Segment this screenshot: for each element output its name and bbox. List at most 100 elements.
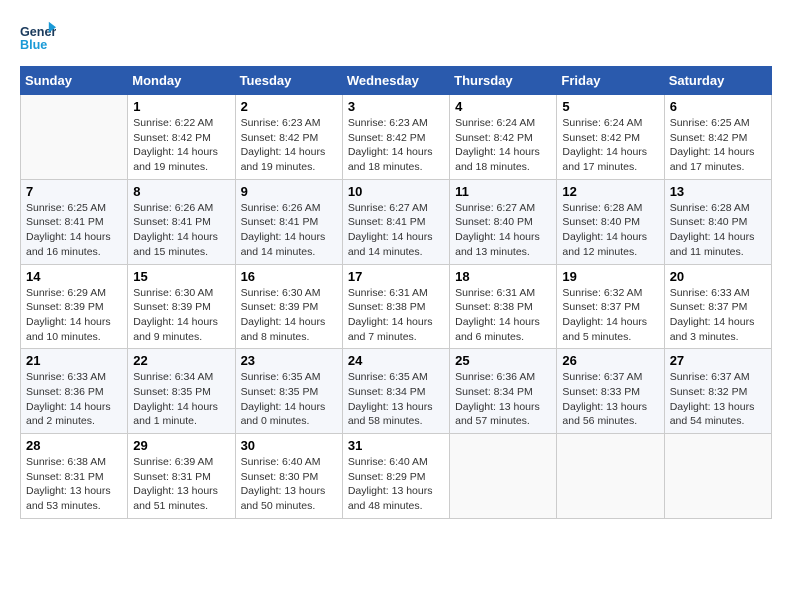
day-number: 13 xyxy=(670,184,766,199)
calendar-cell: 1 Sunrise: 6:22 AMSunset: 8:42 PMDaylight… xyxy=(128,95,235,180)
day-info: Sunrise: 6:28 AMSunset: 8:40 PMDaylight:… xyxy=(670,201,766,260)
calendar-cell: 20 Sunrise: 6:33 AMSunset: 8:37 PMDayligh… xyxy=(664,264,771,349)
day-number: 9 xyxy=(241,184,337,199)
day-info: Sunrise: 6:24 AMSunset: 8:42 PMDaylight:… xyxy=(562,116,658,175)
day-info: Sunrise: 6:31 AMSunset: 8:38 PMDaylight:… xyxy=(455,286,551,345)
day-info: Sunrise: 6:24 AMSunset: 8:42 PMDaylight:… xyxy=(455,116,551,175)
day-number: 16 xyxy=(241,269,337,284)
day-info: Sunrise: 6:23 AMSunset: 8:42 PMDaylight:… xyxy=(348,116,444,175)
calendar-cell: 31Sunrise: 6:40 AMSunset: 8:29 PMDayligh… xyxy=(342,434,449,519)
page-header: General Blue xyxy=(20,20,772,56)
calendar-cell: 21Sunrise: 6:33 AMSunset: 8:36 PMDayligh… xyxy=(21,349,128,434)
calendar-cell: 11 Sunrise: 6:27 AMSunset: 8:40 PMDayligh… xyxy=(450,179,557,264)
day-number: 14 xyxy=(26,269,122,284)
calendar-cell: 22 Sunrise: 6:34 AMSunset: 8:35 PMDayligh… xyxy=(128,349,235,434)
day-number: 25 xyxy=(455,353,551,368)
calendar-table: SundayMondayTuesdayWednesdayThursdayFrid… xyxy=(20,66,772,519)
day-number: 30 xyxy=(241,438,337,453)
day-number: 17 xyxy=(348,269,444,284)
calendar-cell: 17Sunrise: 6:31 AMSunset: 8:38 PMDayligh… xyxy=(342,264,449,349)
day-info: Sunrise: 6:22 AMSunset: 8:42 PMDaylight:… xyxy=(133,116,229,175)
day-number: 7 xyxy=(26,184,122,199)
calendar-week-row: 28 Sunrise: 6:38 AMSunset: 8:31 PMDayligh… xyxy=(21,434,772,519)
calendar-cell: 13 Sunrise: 6:28 AMSunset: 8:40 PMDayligh… xyxy=(664,179,771,264)
day-info: Sunrise: 6:38 AMSunset: 8:31 PMDaylight:… xyxy=(26,455,122,514)
day-info: Sunrise: 6:39 AMSunset: 8:31 PMDaylight:… xyxy=(133,455,229,514)
day-number: 3 xyxy=(348,99,444,114)
day-info: Sunrise: 6:33 AMSunset: 8:37 PMDaylight:… xyxy=(670,286,766,345)
calendar-cell: 6 Sunrise: 6:25 AMSunset: 8:42 PMDaylight… xyxy=(664,95,771,180)
day-number: 19 xyxy=(562,269,658,284)
day-number: 10 xyxy=(348,184,444,199)
calendar-cell xyxy=(664,434,771,519)
day-number: 12 xyxy=(562,184,658,199)
day-number: 31 xyxy=(348,438,444,453)
calendar-cell: 23 Sunrise: 6:35 AMSunset: 8:35 PMDayligh… xyxy=(235,349,342,434)
weekday-header-tuesday: Tuesday xyxy=(235,67,342,95)
day-info: Sunrise: 6:27 AMSunset: 8:41 PMDaylight:… xyxy=(348,201,444,260)
weekday-header-friday: Friday xyxy=(557,67,664,95)
calendar-cell: 7 Sunrise: 6:25 AMSunset: 8:41 PMDaylight… xyxy=(21,179,128,264)
day-info: Sunrise: 6:35 AMSunset: 8:34 PMDaylight:… xyxy=(348,370,444,429)
day-info: Sunrise: 6:37 AMSunset: 8:32 PMDaylight:… xyxy=(670,370,766,429)
calendar-cell: 24 Sunrise: 6:35 AMSunset: 8:34 PMDayligh… xyxy=(342,349,449,434)
calendar-cell: 3 Sunrise: 6:23 AMSunset: 8:42 PMDaylight… xyxy=(342,95,449,180)
day-number: 20 xyxy=(670,269,766,284)
weekday-header-thursday: Thursday xyxy=(450,67,557,95)
calendar-cell: 8 Sunrise: 6:26 AMSunset: 8:41 PMDaylight… xyxy=(128,179,235,264)
calendar-week-row: 7 Sunrise: 6:25 AMSunset: 8:41 PMDaylight… xyxy=(21,179,772,264)
day-info: Sunrise: 6:27 AMSunset: 8:40 PMDaylight:… xyxy=(455,201,551,260)
day-info: Sunrise: 6:37 AMSunset: 8:33 PMDaylight:… xyxy=(562,370,658,429)
calendar-cell: 15 Sunrise: 6:30 AMSunset: 8:39 PMDayligh… xyxy=(128,264,235,349)
weekday-header-sunday: Sunday xyxy=(21,67,128,95)
calendar-cell: 9 Sunrise: 6:26 AMSunset: 8:41 PMDaylight… xyxy=(235,179,342,264)
svg-text:Blue: Blue xyxy=(20,38,47,52)
day-info: Sunrise: 6:26 AMSunset: 8:41 PMDaylight:… xyxy=(241,201,337,260)
calendar-cell: 28 Sunrise: 6:38 AMSunset: 8:31 PMDayligh… xyxy=(21,434,128,519)
day-number: 1 xyxy=(133,99,229,114)
day-number: 27 xyxy=(670,353,766,368)
day-info: Sunrise: 6:35 AMSunset: 8:35 PMDaylight:… xyxy=(241,370,337,429)
calendar-header-row: SundayMondayTuesdayWednesdayThursdayFrid… xyxy=(21,67,772,95)
calendar-cell xyxy=(450,434,557,519)
day-info: Sunrise: 6:30 AMSunset: 8:39 PMDaylight:… xyxy=(241,286,337,345)
day-number: 22 xyxy=(133,353,229,368)
weekday-header-wednesday: Wednesday xyxy=(342,67,449,95)
day-number: 24 xyxy=(348,353,444,368)
day-info: Sunrise: 6:28 AMSunset: 8:40 PMDaylight:… xyxy=(562,201,658,260)
day-info: Sunrise: 6:34 AMSunset: 8:35 PMDaylight:… xyxy=(133,370,229,429)
day-info: Sunrise: 6:25 AMSunset: 8:41 PMDaylight:… xyxy=(26,201,122,260)
calendar-cell: 27 Sunrise: 6:37 AMSunset: 8:32 PMDayligh… xyxy=(664,349,771,434)
day-number: 18 xyxy=(455,269,551,284)
calendar-cell: 30Sunrise: 6:40 AMSunset: 8:30 PMDayligh… xyxy=(235,434,342,519)
calendar-cell: 2Sunrise: 6:23 AMSunset: 8:42 PMDaylight… xyxy=(235,95,342,180)
calendar-cell: 19 Sunrise: 6:32 AMSunset: 8:37 PMDayligh… xyxy=(557,264,664,349)
calendar-cell: 18 Sunrise: 6:31 AMSunset: 8:38 PMDayligh… xyxy=(450,264,557,349)
calendar-cell: 5 Sunrise: 6:24 AMSunset: 8:42 PMDaylight… xyxy=(557,95,664,180)
calendar-week-row: 21Sunrise: 6:33 AMSunset: 8:36 PMDayligh… xyxy=(21,349,772,434)
day-number: 26 xyxy=(562,353,658,368)
calendar-cell: 10 Sunrise: 6:27 AMSunset: 8:41 PMDayligh… xyxy=(342,179,449,264)
calendar-cell: 29 Sunrise: 6:39 AMSunset: 8:31 PMDayligh… xyxy=(128,434,235,519)
day-number: 23 xyxy=(241,353,337,368)
day-number: 28 xyxy=(26,438,122,453)
day-number: 4 xyxy=(455,99,551,114)
day-number: 5 xyxy=(562,99,658,114)
calendar-cell xyxy=(557,434,664,519)
calendar-cell xyxy=(21,95,128,180)
day-info: Sunrise: 6:32 AMSunset: 8:37 PMDaylight:… xyxy=(562,286,658,345)
calendar-week-row: 14 Sunrise: 6:29 AMSunset: 8:39 PMDayligh… xyxy=(21,264,772,349)
calendar-cell: 26 Sunrise: 6:37 AMSunset: 8:33 PMDayligh… xyxy=(557,349,664,434)
day-number: 11 xyxy=(455,184,551,199)
day-info: Sunrise: 6:25 AMSunset: 8:42 PMDaylight:… xyxy=(670,116,766,175)
day-info: Sunrise: 6:26 AMSunset: 8:41 PMDaylight:… xyxy=(133,201,229,260)
day-info: Sunrise: 6:29 AMSunset: 8:39 PMDaylight:… xyxy=(26,286,122,345)
day-info: Sunrise: 6:30 AMSunset: 8:39 PMDaylight:… xyxy=(133,286,229,345)
day-number: 15 xyxy=(133,269,229,284)
calendar-cell: 25 Sunrise: 6:36 AMSunset: 8:34 PMDayligh… xyxy=(450,349,557,434)
day-number: 29 xyxy=(133,438,229,453)
calendar-cell: 14 Sunrise: 6:29 AMSunset: 8:39 PMDayligh… xyxy=(21,264,128,349)
day-number: 8 xyxy=(133,184,229,199)
day-number: 6 xyxy=(670,99,766,114)
day-info: Sunrise: 6:36 AMSunset: 8:34 PMDaylight:… xyxy=(455,370,551,429)
